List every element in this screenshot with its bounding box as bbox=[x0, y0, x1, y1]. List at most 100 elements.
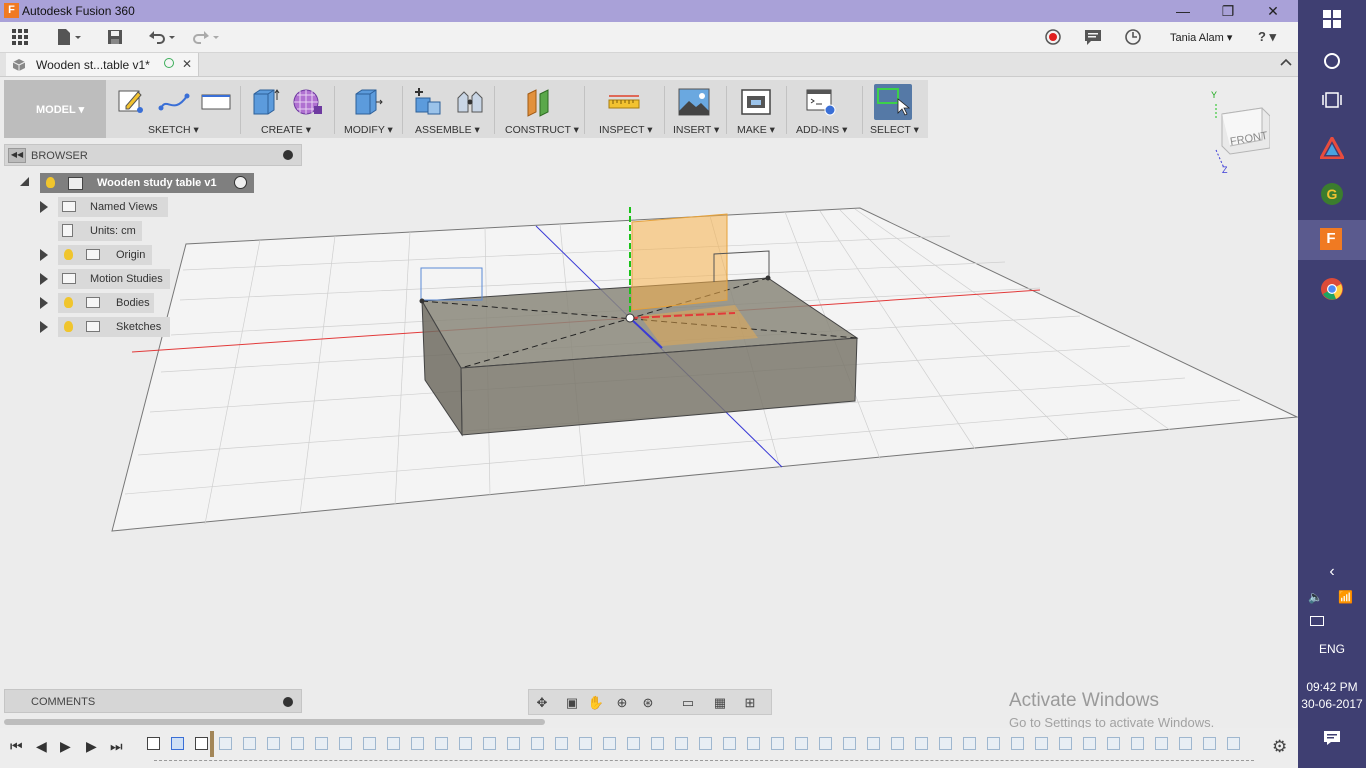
3d-print-icon[interactable] bbox=[740, 86, 771, 116]
new-component-icon[interactable] bbox=[412, 86, 442, 116]
maximize-button[interactable]: ❐ bbox=[1205, 0, 1251, 22]
job-status-clock-icon[interactable] bbox=[1123, 28, 1143, 46]
timeline-feature-suppressed[interactable] bbox=[1203, 737, 1216, 750]
scripts-addins-icon[interactable] bbox=[806, 86, 836, 116]
timeline-feature-suppressed[interactable] bbox=[267, 737, 280, 750]
display-settings-icon[interactable]: ▭ bbox=[679, 695, 697, 711]
timeline-feature-suppressed[interactable] bbox=[1179, 737, 1192, 750]
modify-group-label[interactable]: MODIFY ▾ bbox=[344, 124, 393, 136]
create-form-icon[interactable] bbox=[292, 86, 322, 116]
timeline-feature-suppressed[interactable] bbox=[963, 737, 976, 750]
sketch-point[interactable] bbox=[419, 298, 425, 304]
close-button[interactable]: ✕ bbox=[1250, 0, 1296, 22]
collapse-ribbon-chevron-icon[interactable] bbox=[1280, 57, 1292, 72]
redo-icon[interactable] bbox=[189, 28, 221, 46]
task-view-icon[interactable] bbox=[1298, 92, 1366, 111]
expand-arrow-icon[interactable] bbox=[40, 273, 48, 285]
grid-settings-icon[interactable]: ▦ bbox=[711, 695, 729, 711]
timeline-feature-suppressed[interactable] bbox=[243, 737, 256, 750]
step-forward-icon[interactable]: ▶ bbox=[86, 738, 97, 755]
look-at-icon[interactable]: ▣ bbox=[563, 695, 581, 711]
app-green-g-icon[interactable]: G bbox=[1298, 182, 1366, 209]
inspect-group-label[interactable]: INSPECT ▾ bbox=[599, 124, 653, 136]
timeline-feature-suppressed[interactable] bbox=[531, 737, 544, 750]
timeline-feature-suppressed[interactable] bbox=[651, 737, 664, 750]
fit-zoom-icon[interactable]: ⊛ bbox=[639, 695, 657, 711]
orbit-icon[interactable]: ✥ bbox=[533, 695, 551, 711]
timeline-feature-suppressed[interactable] bbox=[1059, 737, 1072, 750]
timeline-feature-suppressed[interactable] bbox=[675, 737, 688, 750]
measure-icon[interactable] bbox=[608, 86, 640, 116]
origin-point[interactable] bbox=[625, 313, 635, 323]
help-menu-icon[interactable]: ? ▾ bbox=[1258, 29, 1276, 45]
timeline-feature-suppressed[interactable] bbox=[843, 737, 856, 750]
workspace-switcher[interactable]: MODEL ▾ bbox=[4, 80, 106, 138]
go-to-end-icon[interactable]: ⏭ bbox=[110, 738, 123, 755]
battery-icon[interactable] bbox=[1310, 616, 1324, 626]
timeline-feature-suppressed[interactable] bbox=[1107, 737, 1120, 750]
timeline-feature-suppressed[interactable] bbox=[483, 737, 496, 750]
timeline-feature-suppressed[interactable] bbox=[291, 737, 304, 750]
sketch-point[interactable] bbox=[765, 275, 771, 281]
insert-group-label[interactable]: INSERT ▾ bbox=[673, 124, 719, 136]
minimize-button[interactable]: — bbox=[1160, 0, 1206, 22]
timeline-feature-suppressed[interactable] bbox=[1227, 737, 1240, 750]
viewports-icon[interactable]: ⊞ bbox=[741, 695, 759, 711]
sketch-group-label[interactable]: SKETCH ▾ bbox=[148, 124, 199, 136]
go-to-start-icon[interactable]: ⏮ bbox=[10, 738, 23, 755]
chevron-left-icon[interactable]: ‹ bbox=[1298, 563, 1366, 581]
visibility-bulb-icon[interactable] bbox=[64, 297, 73, 308]
activate-component-icon[interactable] bbox=[234, 176, 247, 189]
expand-arrow-icon[interactable] bbox=[40, 201, 48, 213]
user-account-menu[interactable]: Tania Alam ▾ bbox=[1170, 31, 1232, 44]
select-tool-button[interactable] bbox=[874, 84, 912, 120]
timeline-feature-suppressed[interactable] bbox=[315, 737, 328, 750]
timeline-feature-suppressed[interactable] bbox=[867, 737, 880, 750]
play-icon[interactable]: ▶ bbox=[60, 738, 71, 755]
expand-arrow-icon[interactable] bbox=[40, 321, 48, 333]
comments-panel-header[interactable]: COMMENTS bbox=[4, 689, 302, 713]
taskbar-active-app[interactable]: F bbox=[1298, 220, 1366, 260]
wifi-icon[interactable]: 📶 bbox=[1338, 590, 1353, 604]
timeline-feature-suppressed[interactable] bbox=[435, 737, 448, 750]
close-tab-icon[interactable]: ✕ bbox=[182, 57, 192, 71]
timeline-feature-suppressed[interactable] bbox=[363, 737, 376, 750]
start-windows-icon[interactable] bbox=[1298, 10, 1366, 31]
timeline-settings-gear-icon[interactable]: ⚙ bbox=[1272, 737, 1287, 757]
app-triangle-icon[interactable] bbox=[1298, 134, 1366, 162]
timeline-feature-suppressed[interactable] bbox=[507, 737, 520, 750]
language-indicator[interactable]: ENG bbox=[1298, 642, 1366, 656]
browser-node-motion-studies[interactable]: Motion Studies bbox=[58, 269, 170, 289]
timeline-feature-suppressed[interactable] bbox=[915, 737, 928, 750]
offset-plane-icon[interactable] bbox=[524, 86, 554, 117]
timeline-feature-suppressed[interactable] bbox=[219, 737, 232, 750]
visibility-bulb-icon[interactable] bbox=[64, 321, 73, 332]
timeline-feature-suppressed[interactable] bbox=[459, 737, 472, 750]
spline-icon[interactable] bbox=[158, 86, 190, 116]
volume-icon[interactable]: 🔈 bbox=[1308, 590, 1323, 604]
insert-image-icon[interactable] bbox=[678, 86, 710, 116]
visibility-bulb-icon[interactable] bbox=[46, 177, 55, 188]
browser-panel-header[interactable]: ◀◀ BROWSER bbox=[4, 144, 302, 166]
timeline-sketch-feature[interactable] bbox=[147, 737, 160, 750]
browser-root-node[interactable]: Wooden study table v1 bbox=[40, 173, 254, 193]
timeline-marker[interactable] bbox=[210, 731, 214, 757]
expand-root-icon[interactable] bbox=[20, 177, 29, 186]
browser-node-named-views[interactable]: Named Views bbox=[58, 197, 168, 217]
cortana-search-icon[interactable] bbox=[1298, 52, 1366, 73]
timeline-feature-suppressed[interactable] bbox=[723, 737, 736, 750]
canvas-viewport[interactable] bbox=[0, 138, 1298, 718]
save-icon[interactable] bbox=[105, 28, 125, 46]
create-group-label[interactable]: CREATE ▾ bbox=[261, 124, 311, 136]
timeline-feature-suppressed[interactable] bbox=[939, 737, 952, 750]
timeline-feature-suppressed[interactable] bbox=[987, 737, 1000, 750]
visibility-bulb-icon[interactable] bbox=[64, 249, 73, 260]
action-center-icon[interactable] bbox=[1298, 730, 1366, 749]
data-panel-grid-icon[interactable] bbox=[10, 28, 30, 46]
timeline-feature-suppressed[interactable] bbox=[627, 737, 640, 750]
timeline-feature-suppressed[interactable] bbox=[339, 737, 352, 750]
timeline-feature-suppressed[interactable] bbox=[603, 737, 616, 750]
clock-date[interactable]: 30-06-2017 bbox=[1298, 697, 1366, 711]
pin-panel-icon[interactable] bbox=[283, 150, 293, 160]
pan-hand-icon[interactable]: ✋ bbox=[587, 695, 605, 711]
